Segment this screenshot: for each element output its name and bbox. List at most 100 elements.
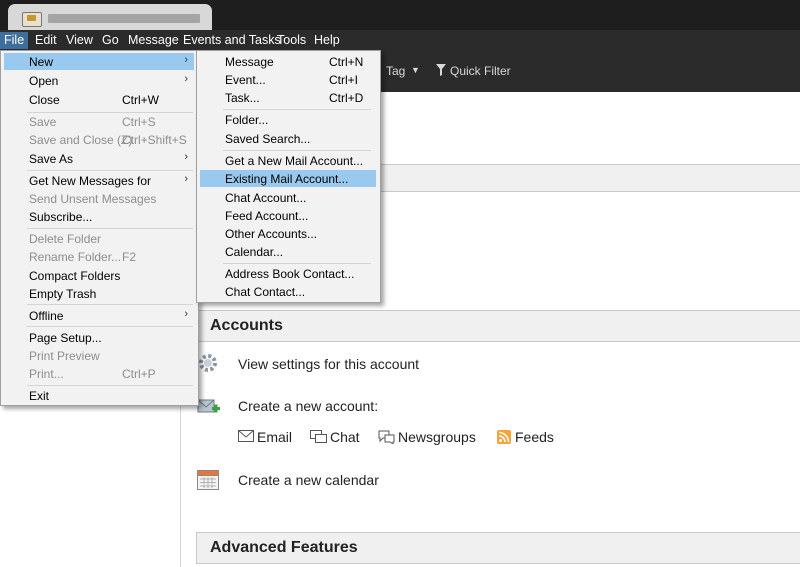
menu-item-label: Message [225,55,274,69]
menu-separator [27,228,193,229]
tag-button[interactable]: Tag [386,64,405,78]
new-menu-item-existing-mail-account[interactable]: Existing Mail Account... [200,170,376,187]
quick-filter-button[interactable]: Quick Filter [450,64,511,78]
file-menu-item-save-as[interactable]: Save As › [4,150,194,167]
file-menu-item-save[interactable]: Save Ctrl+S [4,113,194,130]
chevron-right-icon: › [184,54,188,66]
menu-item-label: Get a New Mail Account... [225,154,364,168]
menu-separator [27,326,193,327]
new-menu-item-get-new-mail-account[interactable]: Get a New Mail Account... [200,152,376,169]
menu-tools[interactable]: Tools [277,32,306,49]
menu-item-label: Other Accounts... [225,227,318,241]
menu-message[interactable]: Message [128,32,179,49]
menu-item-label: Existing Mail Account... [225,172,349,186]
file-menu-item-open[interactable]: Open › [4,72,194,89]
window-tab[interactable] [8,4,212,31]
menu-item-shortcut: Ctrl+Shift+S [122,133,187,147]
calendar-icon [197,470,219,490]
menu-item-label: Close [29,93,60,107]
menu-view[interactable]: View [66,32,93,49]
file-menu-item-delete-folder[interactable]: Delete Folder [4,230,194,247]
newsgroups-link[interactable]: Newsgroups [398,429,476,445]
file-menu-item-save-and-close[interactable]: Save and Close (Z) Ctrl+Shift+S [4,131,194,148]
menu-separator [27,385,193,386]
new-menu-item-folder[interactable]: Folder... [200,111,376,128]
menu-go[interactable]: Go [102,32,119,49]
menu-item-label: Chat Contact... [225,285,306,299]
menu-item-label: Exit [29,389,50,403]
create-account-label: Create a new account: [238,398,379,414]
menu-item-shortcut: Ctrl+N [329,55,364,69]
new-submenu: Message Ctrl+N Event... Ctrl+I Task... C… [196,50,381,303]
file-menu-item-close[interactable]: Close Ctrl+W [4,91,194,108]
menu-item-shortcut: Ctrl+P [122,367,156,381]
menu-item-label: Compact Folders [29,269,121,283]
menu-help[interactable]: Help [314,32,340,49]
menu-item-label: Address Book Contact... [225,267,355,281]
menu-bar: File Edit View Go Message Events and Tas… [0,30,800,50]
menu-events-and-tasks[interactable]: Events and Tasks [183,32,281,49]
file-menu-item-offline[interactable]: Offline › [4,307,194,324]
new-menu-item-event[interactable]: Event... Ctrl+I [200,71,376,88]
feeds-link[interactable]: Feeds [515,429,554,445]
menu-item-label: Folder... [225,113,269,127]
chevron-right-icon: › [184,308,188,320]
file-menu-item-new[interactable]: New › [4,53,194,70]
new-menu-item-chat-account[interactable]: Chat Account... [200,189,376,206]
file-menu-item-empty-trash[interactable]: Empty Trash [4,285,194,302]
create-calendar-link[interactable]: Create a new calendar [238,472,379,488]
menu-item-label: Open [29,74,59,88]
menu-item-shortcut: Ctrl+S [122,115,156,129]
menu-item-label: Saved Search... [225,132,311,146]
new-menu-item-feed-account[interactable]: Feed Account... [200,207,376,224]
accounts-section-header: Accounts [196,310,800,342]
rss-feed-icon [497,430,511,444]
newsgroups-icon [378,430,395,444]
menu-item-label: Print... [29,367,64,381]
file-menu-item-print[interactable]: Print... Ctrl+P [4,365,194,382]
menu-item-label: Empty Trash [29,287,97,301]
new-menu-item-message[interactable]: Message Ctrl+N [200,53,376,70]
file-menu-item-print-preview[interactable]: Print Preview [4,347,194,364]
menu-item-label: Print Preview [29,349,100,363]
view-settings-link[interactable]: View settings for this account [238,356,419,372]
menu-item-label: Rename Folder... [29,250,122,264]
menu-item-label: Task... [225,91,260,105]
menu-item-label: Offline [29,309,64,323]
menu-item-shortcut: F2 [122,250,137,264]
menu-edit[interactable]: Edit [35,32,57,49]
menu-separator [223,109,371,110]
email-icon [238,430,254,442]
new-menu-item-address-book-contact[interactable]: Address Book Contact... [200,265,376,282]
file-menu-item-page-setup[interactable]: Page Setup... [4,329,194,346]
file-menu: New › Open › Close Ctrl+W Save Ctrl+S Sa… [0,50,199,406]
new-menu-item-chat-contact[interactable]: Chat Contact... [200,283,376,300]
menu-separator [27,304,193,305]
new-menu-item-calendar[interactable]: Calendar... [200,243,376,260]
menu-item-shortcut: Ctrl+I [329,73,359,87]
menu-separator [27,170,193,171]
menu-file[interactable]: File [0,32,29,49]
chevron-right-icon: › [184,151,188,163]
file-menu-item-rename-folder[interactable]: Rename Folder... F2 [4,248,194,265]
file-menu-item-send-unsent[interactable]: Send Unsent Messages [4,190,194,207]
menu-item-label: Get New Messages for [29,174,152,188]
menu-item-label: Chat Account... [225,191,307,205]
new-menu-item-saved-search[interactable]: Saved Search... [200,130,376,147]
chat-link[interactable]: Chat [330,429,360,445]
menu-item-shortcut: Ctrl+D [329,91,364,105]
chat-icon [310,430,327,443]
file-menu-item-get-new-messages[interactable]: Get New Messages for › [4,172,194,189]
menu-item-label: Event... [225,73,266,87]
file-menu-item-subscribe[interactable]: Subscribe... [4,208,194,225]
email-link[interactable]: Email [257,429,292,445]
chevron-right-icon: › [184,173,188,185]
menu-item-label: Send Unsent Messages [29,192,157,206]
advanced-features-section-header: Advanced Features [196,532,800,564]
filter-icon [436,64,446,76]
file-menu-item-exit[interactable]: Exit [4,387,194,404]
new-menu-item-other-accounts[interactable]: Other Accounts... [200,225,376,242]
new-menu-item-task[interactable]: Task... Ctrl+D [200,89,376,106]
menu-item-label: Save [29,115,57,129]
file-menu-item-compact-folders[interactable]: Compact Folders [4,267,194,284]
